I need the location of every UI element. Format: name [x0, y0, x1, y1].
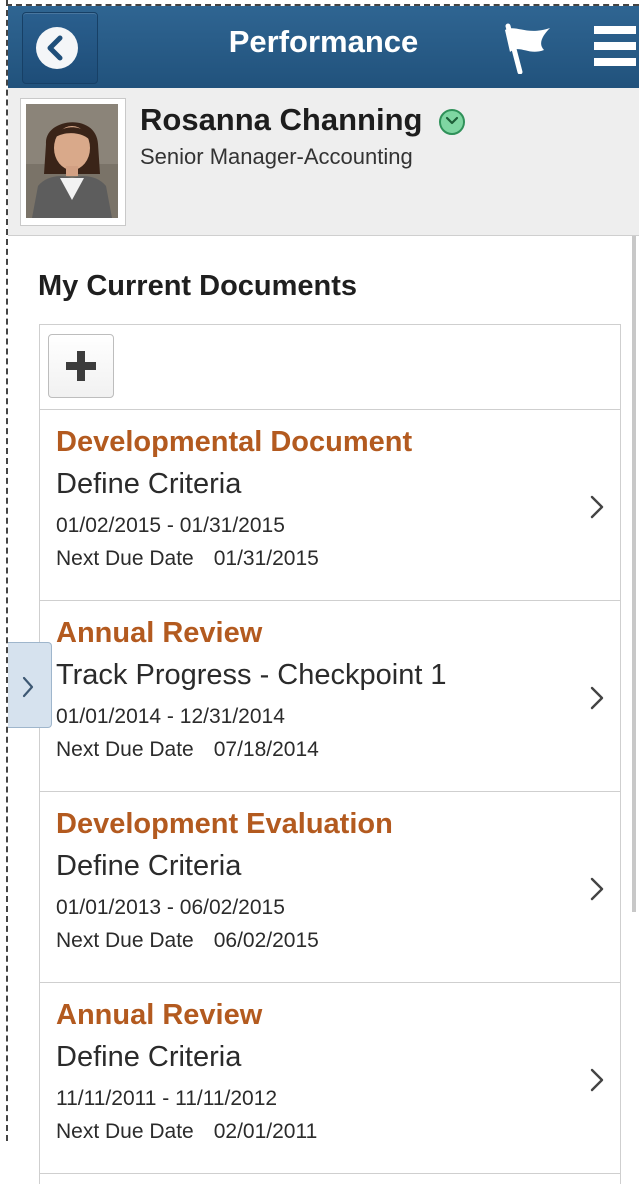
next-due-label: Next Due Date: [56, 929, 194, 952]
document-status: Define Criteria: [56, 850, 242, 882]
chevron-right-icon: [590, 1068, 604, 1092]
chevron-right-icon: [22, 676, 34, 698]
next-due-date: Next Due Date 07/18/2014: [56, 738, 319, 762]
document-status: Define Criteria: [56, 468, 242, 500]
plus-icon: [66, 351, 96, 381]
document-title: Development Evaluation: [56, 808, 393, 840]
chevron-right-icon: [590, 877, 604, 901]
document-period: 01/01/2013 - 06/02/2015: [56, 896, 285, 919]
app-header: Performance: [8, 6, 639, 88]
profile-banner: Rosanna Channing Senior Manager-Accounti…: [8, 88, 639, 236]
next-due-value: 06/02/2015: [213, 929, 319, 952]
next-due-label: Next Due Date: [56, 1120, 194, 1143]
next-due-date: Next Due Date 06/02/2015: [56, 929, 319, 953]
chevron-right-icon: [590, 686, 604, 710]
chevron-down-circle-icon[interactable]: [439, 109, 465, 135]
add-document-button[interactable]: [48, 334, 114, 398]
next-due-label: Next Due Date: [56, 547, 194, 570]
next-due-value: 07/18/2014: [213, 738, 319, 761]
document-period: 11/11/2011 - 11/11/2012: [56, 1087, 278, 1110]
next-due-value: 01/31/2015: [213, 547, 319, 570]
document-card[interactable]: Annual Review Track Progress - Checkpoin…: [40, 601, 620, 792]
document-period: 01/02/2015 - 01/31/2015: [56, 514, 285, 537]
document-card[interactable]: Annual Review Define Criteria 11/11/2011…: [40, 983, 620, 1174]
avatar: [20, 98, 126, 226]
next-due-date: Next Due Date 02/01/2011: [56, 1120, 317, 1144]
document-status: Define Criteria: [56, 1041, 242, 1073]
document-card[interactable]: Developmental Document Define Criteria 0…: [40, 410, 620, 601]
document-title: Annual Review: [56, 999, 263, 1031]
section-title: My Current Documents: [38, 270, 358, 302]
next-due-date: Next Due Date 01/31/2015: [56, 547, 319, 571]
next-due-label: Next Due Date: [56, 738, 194, 761]
hamburger-menu-icon[interactable]: [594, 24, 636, 68]
scrollbar[interactable]: [632, 236, 636, 912]
employee-job-title: Senior Manager-Accounting: [140, 144, 413, 169]
document-card[interactable]: Development Evaluation Define Criteria 0…: [40, 792, 620, 983]
side-panel-toggle[interactable]: [8, 642, 52, 728]
next-due-value: 02/01/2011: [213, 1120, 318, 1143]
document-status: Track Progress - Checkpoint 1: [56, 659, 447, 691]
employee-name: Rosanna Channing: [140, 102, 423, 137]
document-period: 01/01/2014 - 12/31/2014: [56, 705, 285, 728]
chevron-right-icon: [590, 495, 604, 519]
document-title: Annual Review: [56, 617, 263, 649]
document-title: Developmental Document: [56, 426, 413, 458]
documents-list: Developmental Document Define Criteria 0…: [39, 324, 621, 1184]
list-toolbar: [40, 324, 620, 410]
flag-icon[interactable]: [494, 22, 554, 74]
